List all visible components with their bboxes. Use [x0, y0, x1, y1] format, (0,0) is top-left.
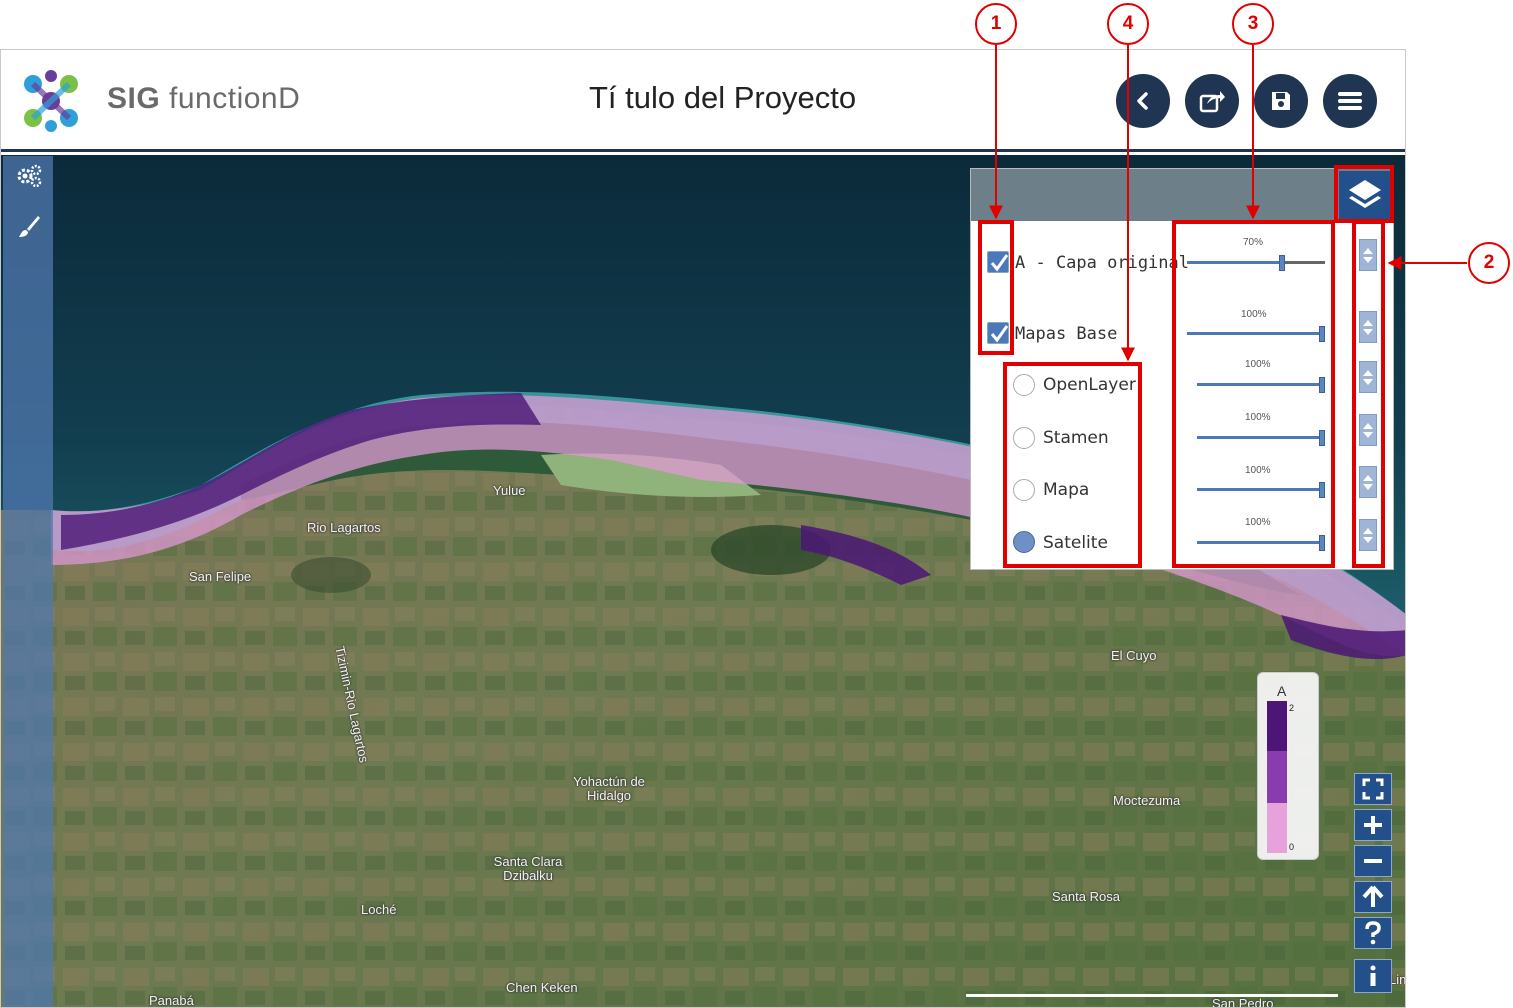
annotation-marker-4: 4: [1107, 3, 1149, 45]
annotation-marker-1: 1: [975, 3, 1017, 45]
annotation-marker-2: 2: [1468, 242, 1510, 284]
annotation-marker-3: 3: [1232, 3, 1274, 45]
annotation-arrows: [989, 45, 1467, 362]
